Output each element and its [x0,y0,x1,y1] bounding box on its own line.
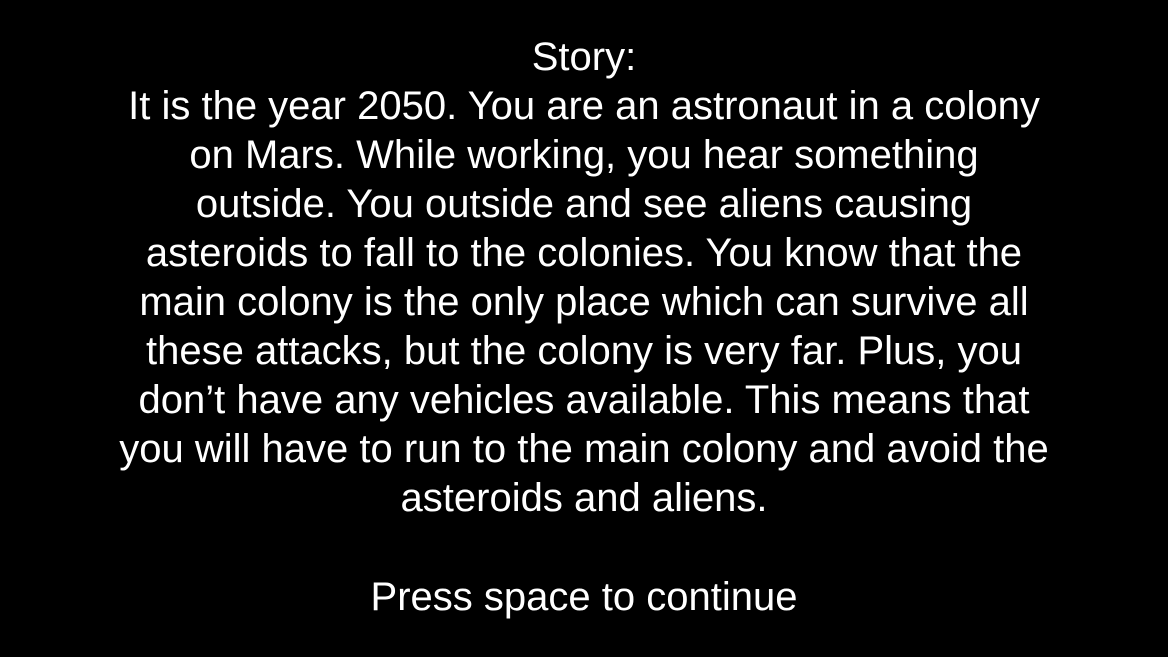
story-line: you will have to run to the main colony … [119,427,1049,471]
continue-prompt: Press space to continue [370,575,798,619]
story-line: these attacks, but the colony is very fa… [146,329,1022,373]
story-text-block: Story: It is the year 2050. You are an a… [40,33,1128,523]
story-line: asteroids to fall to the colonies. You k… [145,231,1023,275]
story-line: don’t have any vehicles available. This … [138,378,1030,422]
story-line: on Mars. While working, you hear somethi… [189,133,979,177]
story-line: asteroids and aliens. [400,476,768,520]
story-line: It is the year 2050. You are an astronau… [128,84,1040,128]
story-screen[interactable]: Story: It is the year 2050. You are an a… [0,0,1168,657]
story-line: outside. You outside and see aliens caus… [195,182,973,226]
story-heading: Story: [531,35,637,79]
story-line: main colony is the only place which can … [139,280,1029,324]
